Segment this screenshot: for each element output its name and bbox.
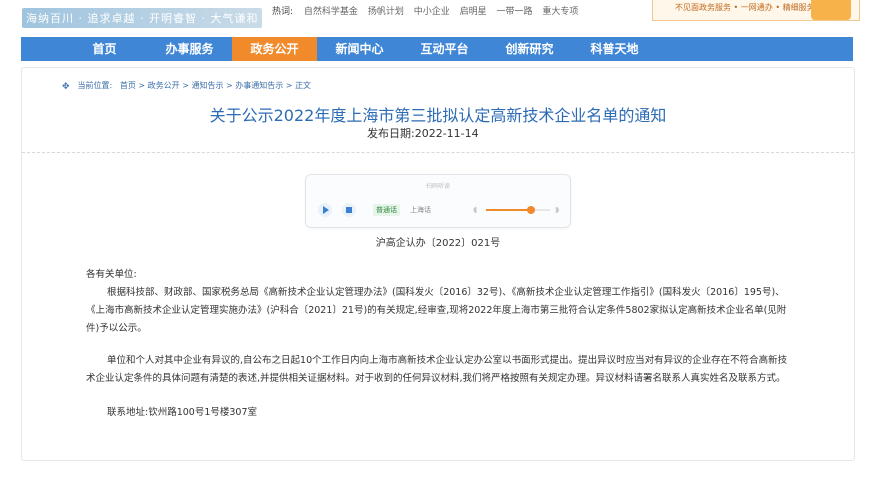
nav-item-research[interactable]: 创新研究 [487, 37, 572, 61]
location-icon: ✥ [62, 82, 70, 92]
promo-badge [811, 0, 851, 20]
volume-handle[interactable] [526, 206, 535, 214]
top-header: 海纳百川 · 追求卓越 · 开明睿智 · 大气谦和 热词: 自然科学基金 扬帆计… [0, 0, 869, 34]
contact-address: 联系地址:钦州路100号1号楼307室 [107, 407, 258, 418]
volume-fill [486, 209, 531, 211]
hot-words: 热词: 自然科学基金 扬帆计划 中小企业 启明星 一带一路 重大专项 [272, 4, 585, 17]
hot-word-link[interactable]: 自然科学基金 [304, 7, 358, 17]
lang-shanghainese-button[interactable]: 上海话 [407, 204, 434, 216]
nav-item-home[interactable]: 首页 [62, 37, 147, 61]
stop-icon[interactable] [342, 203, 356, 217]
main-nav: 首页 办事服务 政务公开 新闻中心 互动平台 创新研究 科普天地 [21, 37, 853, 61]
breadcrumb: ✥ 当前位置: 首页 > 政务公开 > 通知告示 > 办事通知告示 > 正文 [62, 80, 311, 92]
salutation: 各有关单位: [86, 269, 137, 280]
hot-word-link[interactable]: 启明星 [460, 7, 487, 17]
promo-text: 不见面政务服务 • 一网通办 • 精细服务 [675, 3, 815, 12]
audio-player: 扫码听读 普通话 上海话 ◖ ◗ [305, 174, 571, 228]
promo-banner[interactable]: 不见面政务服务 • 一网通办 • 精细服务 [652, 0, 860, 21]
divider [22, 152, 854, 153]
hot-word-link[interactable]: 中小企业 [414, 7, 450, 17]
breadcrumb-path[interactable]: 首页 > 政务公开 > 通知告示 > 办事通知告示 > 正文 [120, 81, 311, 90]
volume-low-icon: ◖ [473, 205, 478, 214]
paragraph: 根据科技部、财政部、国家税务总局《高新技术企业认定管理办法》(国科发火〔2016… [86, 287, 787, 334]
breadcrumb-label: 当前位置: [77, 81, 113, 90]
hot-words-label: 热词: [272, 7, 294, 17]
publish-date: 发布日期:2022-11-14 [367, 127, 479, 140]
nav-item-news[interactable]: 新闻中心 [317, 37, 402, 61]
nav-item-science[interactable]: 科普天地 [572, 37, 657, 61]
volume-high-icon: ◗ [555, 205, 560, 214]
document-number: 沪高企认办〔2022〕021号 [375, 238, 501, 249]
article-body: 各有关单位: 根据科技部、财政部、国家税务总局《高新技术企业认定管理办法》(国科… [86, 266, 792, 422]
lang-mandarin-button[interactable]: 普通话 [373, 204, 400, 216]
volume-slider[interactable] [486, 206, 550, 214]
nav-item-government-affairs[interactable]: 政务公开 [232, 37, 317, 61]
play-icon[interactable] [318, 203, 332, 217]
article-panel: ✥ 当前位置: 首页 > 政务公开 > 通知告示 > 办事通知告示 > 正文 关… [21, 67, 855, 461]
hot-word-link[interactable]: 一带一路 [496, 7, 532, 17]
site-slogan: 海纳百川 · 追求卓越 · 开明睿智 · 大气谦和 [22, 8, 263, 28]
nav-item-services[interactable]: 办事服务 [147, 37, 232, 61]
paragraph: 单位和个人对其中企业有异议的,自公布之日起10个工作日内向上海市高新技术企业认定… [86, 355, 788, 384]
hot-word-link[interactable]: 扬帆计划 [368, 7, 404, 17]
hot-word-link[interactable]: 重大专项 [542, 7, 578, 17]
player-title: 扫码听读 [425, 183, 450, 190]
page-title: 关于公示2022年度上海市第三批拟认定高新技术企业名单的通知 [209, 106, 667, 125]
nav-item-interaction[interactable]: 互动平台 [402, 37, 487, 61]
